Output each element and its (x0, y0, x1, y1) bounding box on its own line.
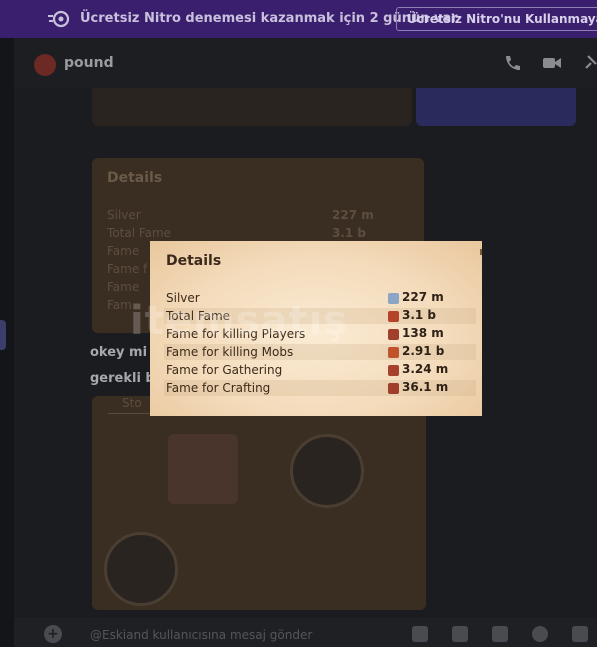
pinned-messages-icon[interactable] (582, 54, 597, 72)
detail-row-crafting-fame: Fame for Crafting 36.1 m (164, 380, 476, 396)
voice-call-icon[interactable] (502, 54, 522, 72)
orb-item-icon (104, 532, 178, 606)
pvp-fame-icon (388, 329, 399, 340)
silver-icon (388, 293, 399, 304)
thumbnail-row: Silver (107, 208, 141, 222)
heart-item-icon (168, 434, 238, 504)
nitro-icon (48, 10, 70, 28)
thumbnail-row: Fam (107, 298, 132, 312)
orb-item-icon (290, 434, 364, 508)
crafting-fame-icon (388, 383, 399, 394)
fame-icon (388, 311, 399, 322)
video-call-icon[interactable] (542, 54, 562, 72)
detail-label: Fame for killing Mobs (166, 345, 294, 359)
detail-label: Fame for Gathering (166, 363, 283, 377)
message-input[interactable]: @Eskiand kullanıcısına mesaj gönder (90, 628, 312, 642)
watermark: itemsatış (130, 298, 349, 344)
thumbnail-row: Fame (107, 244, 140, 258)
sticker-icon[interactable] (492, 626, 508, 642)
server-sidebar-edge (0, 38, 14, 647)
detail-value: 138 m (402, 326, 444, 340)
message-composer[interactable]: + @Eskiand kullanıcısına mesaj gönder (14, 618, 597, 647)
selected-indicator (0, 320, 6, 350)
add-attachment-button[interactable]: + (44, 625, 62, 643)
thumbnail-row: Fame (107, 280, 140, 294)
detail-label: Fame for Crafting (166, 381, 271, 395)
gif-icon[interactable] (452, 626, 468, 642)
gift-icon[interactable] (412, 626, 428, 642)
detail-row-gathering-fame: Fame for Gathering 3.24 m (164, 362, 476, 378)
pve-fame-icon (388, 347, 399, 358)
emoji-icon[interactable] (532, 626, 548, 642)
storage-image[interactable]: Sto (92, 396, 426, 610)
detail-value: 227 m (402, 290, 444, 304)
detail-value: 2.91 b (402, 344, 445, 358)
start-nitro-button[interactable]: Ücretsiz Nitro'nu Kullanmaya Başla (396, 7, 597, 31)
message-text: okey mi (90, 345, 148, 360)
detail-row-pve-fame: Fame for killing Mobs 2.91 b (164, 344, 476, 360)
gathering-fame-icon (388, 365, 399, 376)
detail-value: 3.24 m (402, 362, 449, 376)
details-title: Details (166, 253, 222, 269)
previous-image[interactable] (92, 88, 412, 126)
apps-icon[interactable] (572, 626, 588, 642)
thumbnail-value: 3.1 b (332, 226, 367, 240)
thumbnail-row: Fame f (107, 262, 148, 276)
previous-embed (416, 88, 576, 126)
message-text: gerekli b (90, 371, 155, 386)
nitro-promo-banner: Ücretsiz Nitro denemesi kazanmak için 2 … (0, 0, 597, 38)
detail-value: 36.1 m (402, 380, 449, 394)
thumbnail-title: Details (107, 170, 163, 186)
channel-name: pound (64, 55, 114, 71)
corner-mark (480, 249, 482, 255)
detail-value: 3.1 b (402, 308, 437, 322)
channel-header: pound (14, 38, 597, 88)
avatar (34, 54, 56, 76)
thumbnail-value: 227 m (332, 208, 374, 222)
thumbnail-row: Total Fame (107, 226, 172, 240)
